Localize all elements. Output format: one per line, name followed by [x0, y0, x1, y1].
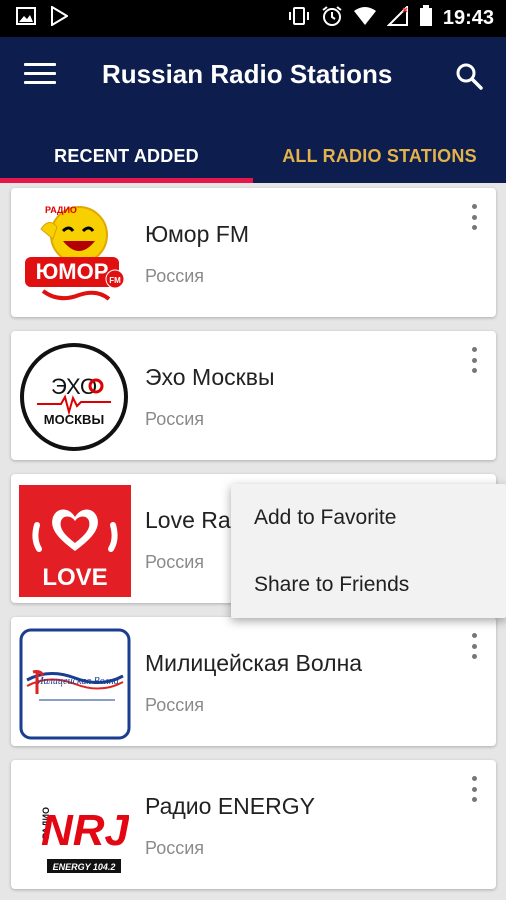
tab-bar: RECENT ADDED ALL RADIO STATIONS — [0, 129, 506, 183]
status-bar: 19:43 — [0, 0, 506, 37]
tab-label: RECENT ADDED — [54, 145, 199, 166]
app-title: Russian Radio Stations — [102, 59, 393, 89]
svg-text:РАДИО: РАДИО — [45, 205, 77, 215]
station-card[interactable]: РАДИО NRJ ENERGY 104.2 Радио ENERGY Росс… — [11, 760, 496, 889]
tab-label: ALL RADIO STATIONS — [282, 145, 477, 166]
station-country: Россия — [145, 695, 205, 715]
tab-recent-added[interactable]: RECENT ADDED — [0, 129, 253, 183]
more-options-icon[interactable] — [466, 633, 482, 659]
station-name: Радио ENERGY — [145, 793, 315, 819]
hamburger-menu-icon[interactable] — [24, 63, 56, 91]
station-card[interactable]: ЭХО МОСКВЫ Эхо Москвы Россия — [11, 331, 496, 460]
love-radio-logo: LOVE — [19, 485, 131, 597]
more-options-icon[interactable] — [466, 347, 482, 373]
station-name: Эхо Москвы — [145, 364, 275, 390]
echo-logo-bottom: МОСКВЫ — [44, 412, 104, 427]
more-options-icon[interactable] — [466, 204, 482, 230]
vibrate-icon — [287, 6, 311, 31]
humor-fm-logo: РАДИО ЮМОР FM — [19, 199, 129, 309]
alarm-icon — [321, 5, 343, 32]
station-country: Россия — [145, 552, 205, 572]
battery-icon — [419, 5, 433, 32]
status-time: 19:43 — [442, 7, 494, 29]
more-options-icon[interactable] — [466, 776, 482, 802]
svg-text:FM: FM — [109, 276, 121, 285]
add-to-favorite-item[interactable]: Add to Favorite — [231, 484, 506, 551]
share-to-friends-item[interactable]: Share to Friends — [231, 551, 506, 618]
station-country: Россия — [145, 838, 205, 858]
militseyskaya-volna-logo: Милицейская Волна — [19, 628, 131, 740]
station-card[interactable]: Милицейская Волна Милицейская Волна Росс… — [11, 617, 496, 746]
image-icon — [16, 7, 36, 30]
app-bar: Russian Radio Stations RECENT ADDED ALL … — [0, 37, 506, 183]
station-card[interactable]: РАДИО ЮМОР FM Юмор FM Россия — [11, 188, 496, 317]
tab-all-radio-stations[interactable]: ALL RADIO STATIONS — [253, 129, 506, 183]
wifi-icon — [353, 6, 377, 31]
search-icon[interactable] — [454, 61, 484, 91]
station-country: Россия — [145, 266, 205, 286]
station-name: Love Ra — [145, 507, 231, 533]
station-name: Милицейская Волна — [145, 650, 363, 676]
signal-icon — [386, 4, 409, 31]
station-country: Россия — [145, 409, 205, 429]
svg-text:Милицейская Волна: Милицейская Волна — [34, 676, 119, 687]
nrj-logo: РАДИО NRJ ENERGY 104.2 — [19, 771, 131, 881]
love-logo-text: LOVE — [42, 564, 107, 591]
nrj-logo-text: NRJ — [41, 806, 129, 855]
nrj-logo-sub: ENERGY 104.2 — [53, 862, 116, 872]
humor-logo-text: ЮМОР — [36, 259, 109, 284]
options-popup-menu: Add to Favorite Share to Friends — [231, 484, 506, 618]
station-name: Юмор FM — [145, 221, 249, 247]
echo-moskvy-logo: ЭХО МОСКВЫ — [19, 342, 129, 452]
play-store-icon — [50, 5, 69, 31]
